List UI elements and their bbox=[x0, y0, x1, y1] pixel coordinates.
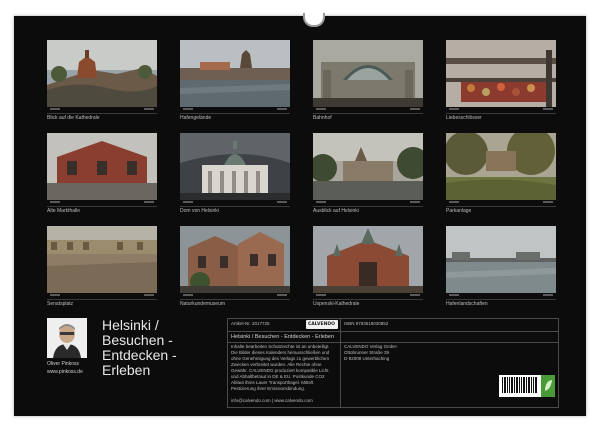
month-card-7[interactable]: Ausblick auf Helsinki bbox=[313, 133, 423, 217]
legal-description: Inhalte bearbeiten Schutzrechte ist an u… bbox=[231, 344, 330, 391]
month-bar bbox=[180, 293, 290, 300]
month-grid: Blick auf die Kathedrale Hafengelände Ba… bbox=[47, 40, 557, 310]
month-bar bbox=[47, 293, 157, 300]
month-bar bbox=[180, 200, 290, 207]
month-card-3[interactable]: Bahnhof bbox=[313, 40, 423, 124]
month-card-8[interactable]: Parkanlage bbox=[446, 133, 556, 217]
month-caption: Ausblick auf Helsinki bbox=[313, 208, 359, 214]
month-bar bbox=[446, 200, 556, 207]
month-bar bbox=[47, 200, 157, 207]
month-caption: Parkanlage bbox=[446, 208, 472, 214]
month-caption: Dom von Helsinki bbox=[180, 208, 219, 214]
title-line: Helsinki / bbox=[102, 317, 159, 333]
calvendo-label: CALVENDO bbox=[308, 322, 335, 327]
subtitle-text: Helsinki / Besuchen - Entdecken - Erlebe… bbox=[231, 334, 335, 340]
publisher-address: CALVENDO Verlag GmbH Ottobrunner Straße … bbox=[344, 344, 454, 362]
article-number: Artikel-Nr. 2017725 bbox=[231, 321, 270, 326]
month-photo bbox=[180, 226, 290, 293]
eco-badge bbox=[541, 375, 555, 397]
month-bar bbox=[313, 107, 423, 114]
product-info-box: Artikel-Nr. 2017725 CALVENDO Inhalte bea… bbox=[227, 318, 559, 408]
month-card-4[interactable]: Liebesschlösser bbox=[446, 40, 556, 124]
month-photo bbox=[313, 226, 423, 293]
author-website[interactable]: www.pinkoss.de bbox=[47, 369, 83, 375]
month-card-11[interactable]: Uspenski-Kathedrale bbox=[313, 226, 423, 310]
month-photo bbox=[313, 133, 423, 200]
month-card-12[interactable]: Hafenlandschaften bbox=[446, 226, 556, 310]
author-name: Oliver Pinkoss bbox=[47, 361, 79, 367]
month-photo bbox=[47, 40, 157, 107]
month-bar bbox=[446, 293, 556, 300]
month-caption: Liebesschlösser bbox=[446, 115, 482, 121]
title-line: Entdecken - bbox=[102, 347, 177, 363]
calendar-sheet: Blick auf die Kathedrale Hafengelände Ba… bbox=[14, 13, 586, 416]
publisher-contact[interactable]: info@calvendo.com | www.calvendo.com bbox=[231, 398, 313, 404]
month-bar bbox=[313, 293, 423, 300]
month-bar bbox=[180, 107, 290, 114]
hanging-hole bbox=[303, 13, 325, 27]
title-line: Erleben bbox=[102, 362, 151, 378]
month-photo bbox=[180, 133, 290, 200]
calendar-footer: Oliver Pinkoss www.pinkoss.de Helsinki /… bbox=[47, 316, 559, 408]
publisher-line: D-82008 Unterhaching bbox=[344, 356, 390, 361]
month-photo bbox=[446, 226, 556, 293]
author-portrait bbox=[47, 318, 87, 358]
month-caption: Hafenlandschaften bbox=[446, 301, 488, 307]
month-bar bbox=[446, 107, 556, 114]
month-caption: Uspenski-Kathedrale bbox=[313, 301, 360, 307]
month-card-6[interactable]: Dom von Helsinki bbox=[180, 133, 290, 217]
month-card-5[interactable]: Alte Markthalle bbox=[47, 133, 157, 217]
subtitle-bar: Helsinki / Besuchen - Entdecken - Erlebe… bbox=[228, 331, 558, 343]
month-photo bbox=[180, 40, 290, 107]
month-caption: Hafengelände bbox=[180, 115, 212, 121]
month-caption: Senatsplatz bbox=[47, 301, 74, 307]
month-card-10[interactable]: Naturkundemuseum bbox=[180, 226, 290, 310]
month-bar bbox=[47, 107, 157, 114]
title-line: Besuchen - bbox=[102, 332, 173, 348]
month-caption: Bahnhof bbox=[313, 115, 332, 121]
month-photo bbox=[313, 40, 423, 107]
month-caption: Alte Markthalle bbox=[47, 208, 81, 214]
month-photo bbox=[47, 133, 157, 200]
month-photo bbox=[47, 226, 157, 293]
month-bar bbox=[313, 200, 423, 207]
month-photo bbox=[446, 133, 556, 200]
isbn-number: ISBN 9783518030852 bbox=[344, 321, 389, 326]
month-caption: Naturkundemuseum bbox=[180, 301, 226, 307]
month-card-9[interactable]: Senatsplatz bbox=[47, 226, 157, 310]
month-photo bbox=[446, 40, 556, 107]
month-card-1[interactable]: Blick auf die Kathedrale bbox=[47, 40, 157, 124]
month-card-2[interactable]: Hafengelände bbox=[180, 40, 290, 124]
month-caption: Blick auf die Kathedrale bbox=[47, 115, 100, 121]
calendar-title: Helsinki / Besuchen - Entdecken - Erlebe… bbox=[102, 318, 222, 378]
calvendo-logo: CALVENDO bbox=[306, 320, 338, 329]
